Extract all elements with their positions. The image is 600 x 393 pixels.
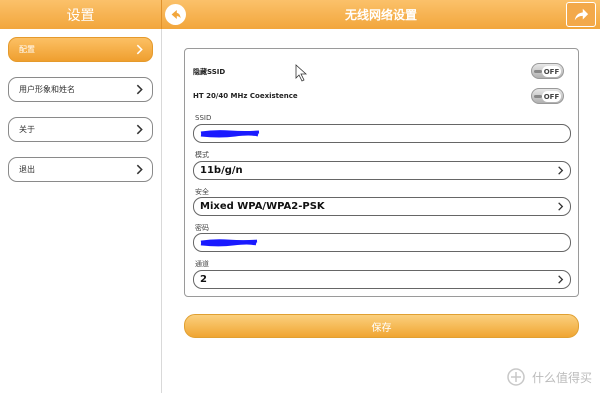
mode-select[interactable]: 11b/g/n [193,161,571,180]
password-label: 密码 [195,224,209,232]
ssid-input[interactable] [193,124,571,143]
chevron-right-icon [136,84,143,95]
sidebar-item-label: 用户形象和姓名 [19,85,75,94]
back-button[interactable] [165,4,186,25]
settings-header: 设置 [0,0,162,29]
channel-select[interactable]: 2 [193,270,571,289]
security-label: 安全 [195,188,209,196]
save-button[interactable]: 保存 [184,314,579,338]
toggle-track-icon [534,70,542,73]
redaction-scribble-icon [200,239,258,247]
toggle-state: OFF [542,66,561,77]
chevron-right-icon [558,202,564,211]
sidebar-item-label: 退出 [19,165,35,174]
password-input[interactable] [193,233,571,252]
chevron-right-icon [136,124,143,135]
chevron-right-icon [136,44,143,55]
watermark-text: 什么值得买 [531,370,592,385]
sidebar: 配置 用户形象和姓名 关于 退出 [0,29,162,393]
back-arrow-icon [171,9,181,20]
sidebar-item-logout[interactable]: 退出 [8,157,153,182]
hide-ssid-toggle[interactable]: OFF [531,63,564,79]
sidebar-item-config[interactable]: 配置 [8,37,153,62]
ht-coexistence-toggle[interactable]: OFF [531,88,564,104]
mode-value: 11b/g/n [200,165,243,176]
ssid-label: SSID [195,114,212,122]
chevron-right-icon [136,164,143,175]
main-header: 无线网络设置 [162,0,600,29]
mode-label: 模式 [195,151,209,159]
chevron-right-icon [558,275,564,284]
sidebar-item-label: 关于 [19,125,35,134]
toggle-state: OFF [542,91,561,102]
sidebar-item-profile[interactable]: 用户形象和姓名 [8,77,153,102]
security-select[interactable]: Mixed WPA/WPA2-PSK [193,197,571,216]
settings-title: 设置 [66,7,95,24]
share-button[interactable] [566,2,596,27]
redaction-scribble-icon [200,130,260,138]
hide-ssid-label: 隐藏SSID [193,68,226,76]
watermark-logo-icon [507,368,525,386]
sidebar-item-label: 配置 [19,45,35,54]
top-bar: 设置 无线网络设置 [0,0,600,29]
watermark: 什么值得买 [504,368,592,386]
page-title: 无线网络设置 [344,8,417,22]
channel-value: 2 [200,274,207,285]
channel-label: 通道 [195,260,209,268]
toggle-track-icon [534,95,542,98]
wireless-settings-panel: 隐藏SSID OFF HT 20/40 MHz Coexistence OFF … [184,48,579,297]
ht-coexistence-label: HT 20/40 MHz Coexistence [193,92,298,100]
mouse-pointer-icon [295,64,307,82]
sidebar-item-about[interactable]: 关于 [8,117,153,142]
security-value: Mixed WPA/WPA2-PSK [200,201,325,212]
chevron-right-icon [558,166,564,175]
share-icon [574,8,589,20]
